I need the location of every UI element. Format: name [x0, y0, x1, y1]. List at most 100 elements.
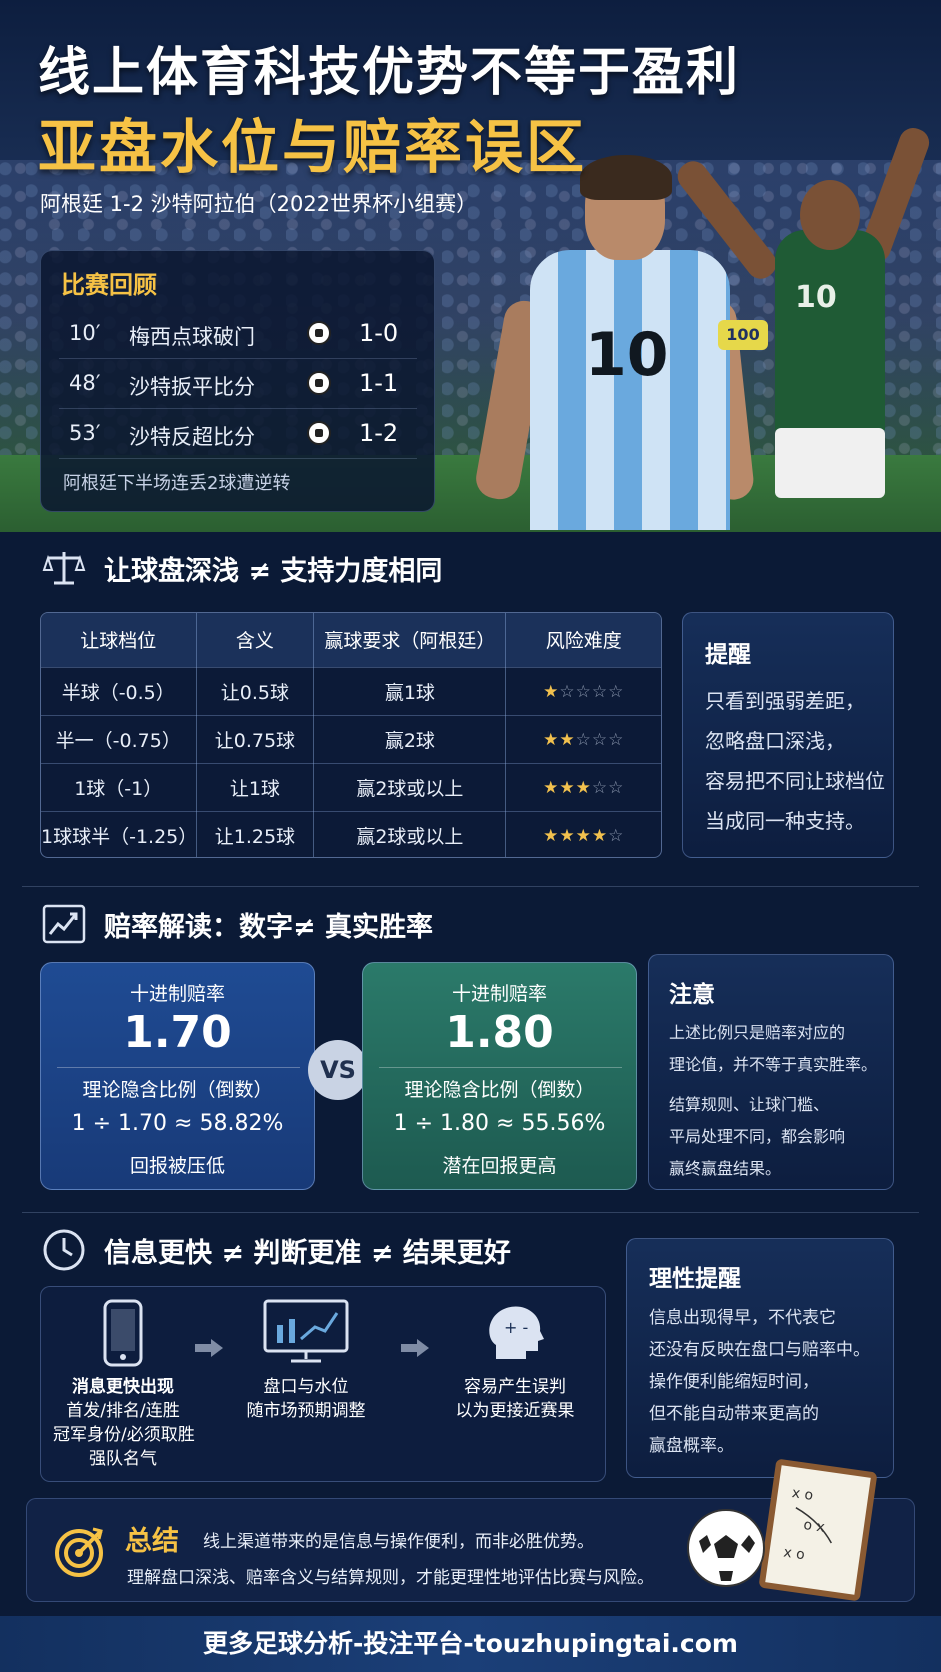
svg-text:+ -: + - [504, 1318, 528, 1337]
table-cell-meaning: 让0.5球 [196, 667, 315, 716]
star-empty-icon: ☆ [591, 778, 609, 798]
rational-line: 还没有反映在盘口与赔率中。 [649, 1340, 870, 1360]
star-empty-icon: ☆ [608, 682, 625, 702]
star-filled-icon: ★ [559, 778, 576, 798]
risk-stars: ★★☆☆☆ [505, 715, 661, 764]
arrow-right-icon [401, 1339, 429, 1357]
soccer-ball-icon [307, 421, 331, 445]
flow-step-line: 盘口与水位 [263, 1377, 349, 1397]
reminder-line: 只看到强弱差距， [705, 689, 865, 713]
soccer-ball-icon [307, 371, 331, 395]
table-cell-level: 半球（-0.5） [41, 667, 197, 716]
info-heading-text: 信息更快 ≠ 判断更准 ≠ 结果更好 [104, 1237, 511, 1269]
star-empty-icon: ☆ [608, 730, 625, 750]
flow-step-line: 容易产生误判 [464, 1377, 566, 1397]
soccer-ball-image [687, 1509, 765, 1587]
svg-text:x o: x o [782, 1545, 805, 1564]
saudi-jersey-number: 10 [795, 280, 837, 315]
saudi-player-image [775, 230, 885, 430]
match-review-note: 阿根廷下半场连丢2球遭逆转 [63, 473, 291, 494]
attention-panel: 注意 上述比例只是赔率对应的 理论值，并不等于真实胜率。 结算规则、让球门槛、 … [648, 954, 894, 1190]
flow-step-line: 随市场预期调整 [246, 1401, 366, 1421]
table-row: 1球球半（-1.25） 让1.25球 赢2球或以上 ★★★★☆ [41, 811, 661, 857]
rational-line: 操作便利能缩短时间， [649, 1372, 819, 1392]
messi-player-image [530, 250, 730, 530]
flow-step-misjudge: + - 容易产生误判 以为更接近赛果 [435, 1299, 595, 1423]
monitor-chart-icon [263, 1299, 349, 1365]
info-flow-panel: 消息更快出现 首发/排名/连胜 冠军身份/必须取胜 强队名气 盘口与水位 随市场… [40, 1286, 606, 1482]
flow-step-news: 消息更快出现 首发/排名/连胜 冠军身份/必须取胜 强队名气 [53, 1299, 195, 1471]
scale-icon [42, 548, 86, 588]
flow-step-line: 首发/排名/连胜 [66, 1401, 180, 1421]
table-header-row: 让球档位 含义 赢球要求（阿根廷） 风险难度 [41, 613, 661, 668]
odds-label: 十进制赔率 [451, 983, 547, 1005]
star-filled-icon: ★ [543, 778, 560, 798]
info-section-heading: 信息更快 ≠ 判断更准 ≠ 结果更好 [42, 1229, 511, 1271]
table-row: 1球（-1） 让1球 赢2球或以上 ★★★☆☆ [41, 763, 661, 812]
odds-heading-text: 赔率解读：数字≠ 真实胜率 [104, 911, 434, 943]
odds-note: 回报被压低 [129, 1155, 225, 1177]
attention-line: 赢终赢盘结果。 [669, 1159, 782, 1178]
column-header: 含义 [196, 613, 315, 668]
captain-armband: 100 [718, 320, 768, 350]
star-filled-icon: ★ [591, 826, 609, 847]
attention-line: 理论值，并不等于真实胜率。 [669, 1055, 878, 1074]
section-divider [22, 1212, 919, 1213]
table-cell-requirement: 赢2球或以上 [313, 811, 507, 857]
rational-line: 但不能自动带来更高的 [649, 1404, 819, 1424]
summary-line-1: 线上渠道带来的是信息与操作便利，而非必胜优势。 [203, 1532, 594, 1552]
summary-line-2: 理解盘口深浅、赔率含义与结算规则，才能更理性地评估比赛与风险。 [127, 1568, 654, 1588]
tactics-clipboard-image: x o o x x o [758, 1458, 878, 1602]
odds-section-heading: 赔率解读：数字≠ 真实胜率 [42, 904, 433, 944]
rational-reminder-panel: 理性提醒 信息出现得早，不代表它 还没有反映在盘口与赔率中。 操作便利能缩短时间… [626, 1238, 894, 1478]
rational-line: 赢盘概率。 [649, 1436, 734, 1456]
handicap-table: 让球档位 含义 赢球要求（阿根廷） 风险难度 半球（-0.5） 让0.5球 赢1球 ★… [40, 612, 662, 858]
messi-player-hair [580, 155, 672, 200]
goal-score: 1-1 [359, 369, 399, 397]
vs-badge: VS [308, 1040, 368, 1100]
odds-calc: 1 ÷ 1.80 ≈ 55.56% [393, 1111, 606, 1136]
goal-score: 1-0 [359, 319, 399, 347]
table-cell-meaning: 让0.75球 [196, 715, 315, 764]
saudi-player-head [800, 180, 860, 250]
hero-banner: 10 10 100 线上体育科技优势不等于盈利 亚盘水位与赔率误区 阿根廷 1-… [0, 0, 941, 532]
goal-row: 53′ 沙特反超比分 1-2 [59, 409, 417, 459]
star-rating-icon: ★★☆☆☆ [543, 730, 624, 750]
attention-line: 结算规则、让球门槛、 [669, 1095, 830, 1114]
saudi-player-shorts [775, 428, 885, 498]
odds-separator [379, 1067, 622, 1068]
handicap-heading-text: 让球盘深浅 ≠ 支持力度相同 [104, 555, 443, 587]
star-filled-icon: ★ [575, 778, 592, 798]
handicap-section-heading: 让球盘深浅 ≠ 支持力度相同 [42, 548, 442, 588]
column-header: 赢球要求（阿根廷） [313, 613, 507, 668]
page-subtitle-highlight: 亚盘水位与赔率误区 [38, 113, 588, 181]
goal-description: 沙特扳平比分 [129, 375, 255, 399]
odds-sub: 理论隐含比例（倒数） [404, 1079, 595, 1101]
reminder-line: 忽略盘口深浅， [705, 729, 845, 753]
page-title: 线上体育科技优势不等于盈利 [38, 43, 741, 103]
rational-title: 理性提醒 [649, 1266, 741, 1292]
odds-calc: 1 ÷ 1.70 ≈ 58.82% [71, 1111, 284, 1136]
attention-line: 上述比例只是赔率对应的 [669, 1023, 846, 1042]
summary-panel: 总结 线上渠道带来的是信息与操作便利，而非必胜优势。 理解盘口深浅、赔率含义与结… [26, 1458, 915, 1602]
flow-step-line: 以为更接近赛果 [455, 1401, 575, 1421]
match-review-title: 比赛回顾 [61, 271, 157, 299]
star-filled-icon: ★ [543, 682, 560, 702]
star-rating-icon: ★☆☆☆☆ [543, 682, 624, 702]
table-row: 半球（-0.5） 让0.5球 赢1球 ★☆☆☆☆ [41, 667, 661, 716]
attention-title: 注意 [669, 982, 715, 1008]
star-empty-icon: ☆ [591, 682, 609, 702]
section-divider [22, 886, 919, 887]
infographic-page: 10 10 100 线上体育科技优势不等于盈利 亚盘水位与赔率误区 阿根廷 1-… [0, 0, 941, 1672]
soccer-ball-icon [307, 321, 331, 345]
odds-note: 潜在回报更高 [442, 1155, 557, 1177]
star-empty-icon: ☆ [591, 730, 609, 750]
footer-banner: 更多足球分析-投注平台-touzhupingtai.com [0, 1616, 941, 1672]
attention-line: 平局处理不同，都会影响 [669, 1127, 846, 1146]
column-header: 风险难度 [505, 613, 661, 668]
goal-minute: 53′ [69, 421, 101, 445]
table-cell-meaning: 让1.25球 [196, 811, 315, 857]
odds-label: 十进制赔率 [129, 983, 225, 1005]
table-cell-level: 1球球半（-1.25） [41, 811, 197, 857]
star-empty-icon: ☆ [559, 682, 576, 702]
